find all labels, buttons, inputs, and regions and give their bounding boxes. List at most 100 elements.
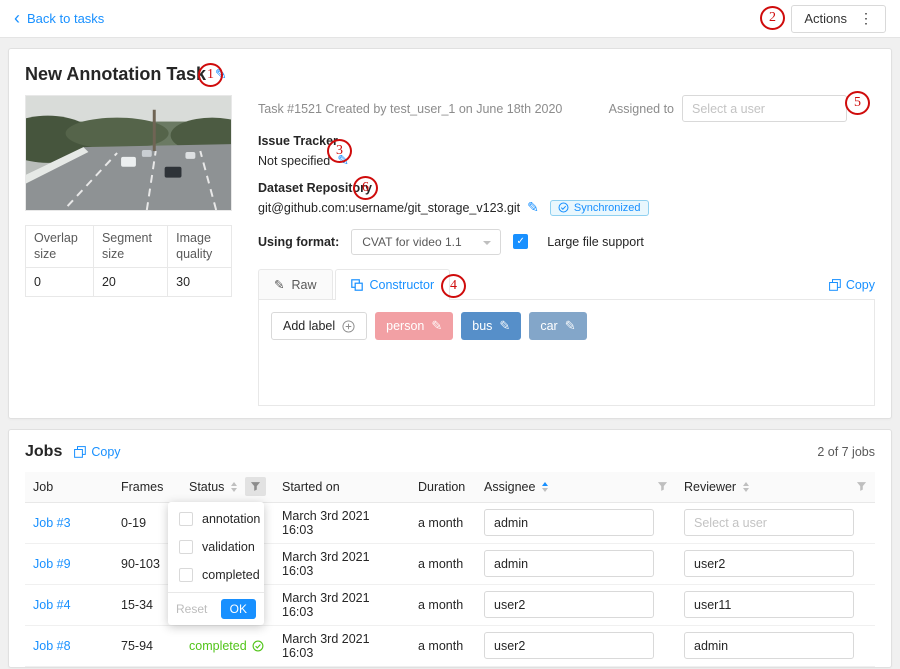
jobs-card: Jobs Copy 2 of 7 jobs Job Frames Status	[8, 429, 892, 668]
started-cell: March 3rd 2021 16:03	[274, 543, 410, 584]
filter-status-icon[interactable]	[245, 477, 266, 496]
block-icon	[351, 279, 363, 291]
reviewer-input[interactable]	[684, 550, 854, 577]
param-value: 30	[168, 268, 232, 297]
job-link[interactable]: Job #9	[33, 557, 71, 571]
assignee-input[interactable]	[484, 591, 654, 618]
page-title: New Annotation Task	[25, 64, 206, 85]
assigned-to-label: Assigned to	[609, 102, 674, 116]
filter-ok-button[interactable]: OK	[221, 599, 256, 619]
actions-label: Actions	[804, 11, 847, 26]
assigned-to-group: Assigned to	[609, 95, 847, 122]
copy-icon	[829, 279, 841, 291]
task-meta-text: Task #1521 Created by test_user_1 on Jun…	[258, 102, 562, 116]
chevron-left-icon: ‹	[14, 9, 20, 27]
job-link[interactable]: Job #3	[33, 516, 71, 530]
add-label-text: Add label	[283, 319, 335, 333]
param-header: Image quality	[168, 226, 232, 268]
filter-option-label: validation	[202, 540, 255, 554]
filter-option-validation[interactable]: validation	[168, 533, 264, 561]
status-completed-badge: completed	[189, 639, 264, 653]
sync-badge-label: Synchronized	[574, 202, 641, 214]
edit-title-icon[interactable]: ✎	[215, 66, 227, 83]
assignee-input[interactable]	[484, 509, 654, 536]
using-format-label: Using format:	[258, 235, 339, 249]
task-details-card: New Annotation Task ✎	[8, 48, 892, 419]
dataset-repository-value: git@github.com:username/git_storage_v123…	[258, 201, 520, 215]
sync-status-badge: Synchronized	[550, 200, 649, 216]
sort-status-control[interactable]	[231, 482, 237, 492]
large-file-support-checkbox[interactable]: ✓	[513, 234, 528, 249]
status-filter-dropdown: annotation validation completed Reset OK	[168, 502, 264, 625]
filter-reviewer-icon[interactable]	[856, 481, 867, 492]
table-row: Job #4 15-34 March 3rd 2021 16:03 a mont…	[25, 584, 875, 625]
task-right-column: Task #1521 Created by test_user_1 on Jun…	[258, 95, 875, 406]
reviewer-input[interactable]	[684, 591, 854, 618]
column-header-assignee: Assignee	[484, 480, 535, 494]
copy-labels-link[interactable]: Copy	[829, 278, 875, 299]
label-chip-person[interactable]: person ✎	[375, 312, 453, 340]
table-row: Job #3 0-19 March 3rd 2021 16:03 a month	[25, 502, 875, 543]
param-value: 20	[93, 268, 167, 297]
tab-raw-label: Raw	[291, 278, 316, 292]
assignee-input[interactable]	[484, 550, 654, 577]
duration-cell: a month	[410, 625, 476, 666]
labels-tabs: ✎ Raw Constructor Copy	[258, 269, 875, 300]
status-cell: completed	[181, 625, 274, 666]
reviewer-input[interactable]	[684, 509, 854, 536]
label-chip-car[interactable]: car ✎	[529, 312, 586, 340]
param-header: Segment size	[93, 226, 167, 268]
filter-reset-button[interactable]: Reset	[176, 602, 207, 616]
filter-option-annotation[interactable]: annotation	[168, 505, 264, 533]
duration-cell: a month	[410, 543, 476, 584]
label-chip-bus[interactable]: bus ✎	[461, 312, 521, 340]
edit-label-icon[interactable]: ✎	[499, 318, 510, 334]
actions-button[interactable]: Actions ⋮	[791, 5, 886, 33]
started-cell: March 3rd 2021 16:03	[274, 625, 410, 666]
format-select-value: CVAT for video 1.1	[362, 235, 461, 249]
back-to-tasks-label: Back to tasks	[27, 11, 104, 26]
started-cell: March 3rd 2021 16:03	[274, 584, 410, 625]
checkbox-completed[interactable]	[179, 568, 193, 582]
large-file-support-label: Large file support	[547, 235, 644, 249]
edit-label-icon[interactable]: ✎	[431, 318, 442, 334]
job-link[interactable]: Job #4	[33, 598, 71, 612]
label-chip-text: car	[540, 319, 557, 333]
reviewer-input[interactable]	[684, 632, 854, 659]
top-bar: ‹ Back to tasks Actions ⋮	[0, 0, 900, 38]
sort-assignee-control[interactable]	[542, 482, 548, 492]
filter-option-completed[interactable]: completed	[168, 561, 264, 589]
plus-circle-icon	[342, 320, 355, 333]
add-label-button[interactable]: Add label	[271, 312, 367, 340]
copy-icon	[74, 446, 86, 458]
column-header-job: Job	[33, 480, 53, 494]
edit-issue-tracker-icon[interactable]: ✎	[337, 152, 349, 169]
column-header-status: Status	[189, 480, 224, 494]
tab-constructor[interactable]: Constructor	[335, 269, 451, 300]
column-header-frames: Frames	[121, 480, 163, 494]
jobs-count-text: 2 of 7 jobs	[817, 445, 875, 459]
table-row: Job #9 90-103 March 3rd 2021 16:03 a mon…	[25, 543, 875, 584]
duration-cell: a month	[410, 584, 476, 625]
copy-jobs-link[interactable]: Copy	[74, 445, 120, 459]
filter-assignee-icon[interactable]	[657, 481, 668, 492]
edit-label-icon[interactable]: ✎	[565, 318, 576, 334]
issue-tracker-value: Not specified	[258, 154, 330, 168]
column-header-started-on: Started on	[282, 480, 340, 494]
issue-tracker-label: Issue Tracker	[258, 134, 875, 148]
back-to-tasks-link[interactable]: ‹ Back to tasks	[14, 11, 104, 27]
tab-raw[interactable]: ✎ Raw	[258, 269, 333, 299]
label-chip-text: person	[386, 319, 424, 333]
assignee-select-input[interactable]	[682, 95, 847, 122]
checkbox-validation[interactable]	[179, 540, 193, 554]
pencil-icon: ✎	[274, 277, 284, 292]
assignee-input[interactable]	[484, 632, 654, 659]
checkbox-annotation[interactable]	[179, 512, 193, 526]
sort-reviewer-control[interactable]	[743, 482, 749, 492]
format-select[interactable]: CVAT for video 1.1	[351, 229, 501, 255]
label-chip-text: bus	[472, 319, 492, 333]
task-preview-image	[25, 95, 232, 211]
edit-repository-icon[interactable]: ✎	[527, 199, 539, 216]
job-link[interactable]: Job #8	[33, 639, 71, 653]
frames-cell: 75-94	[113, 625, 181, 666]
